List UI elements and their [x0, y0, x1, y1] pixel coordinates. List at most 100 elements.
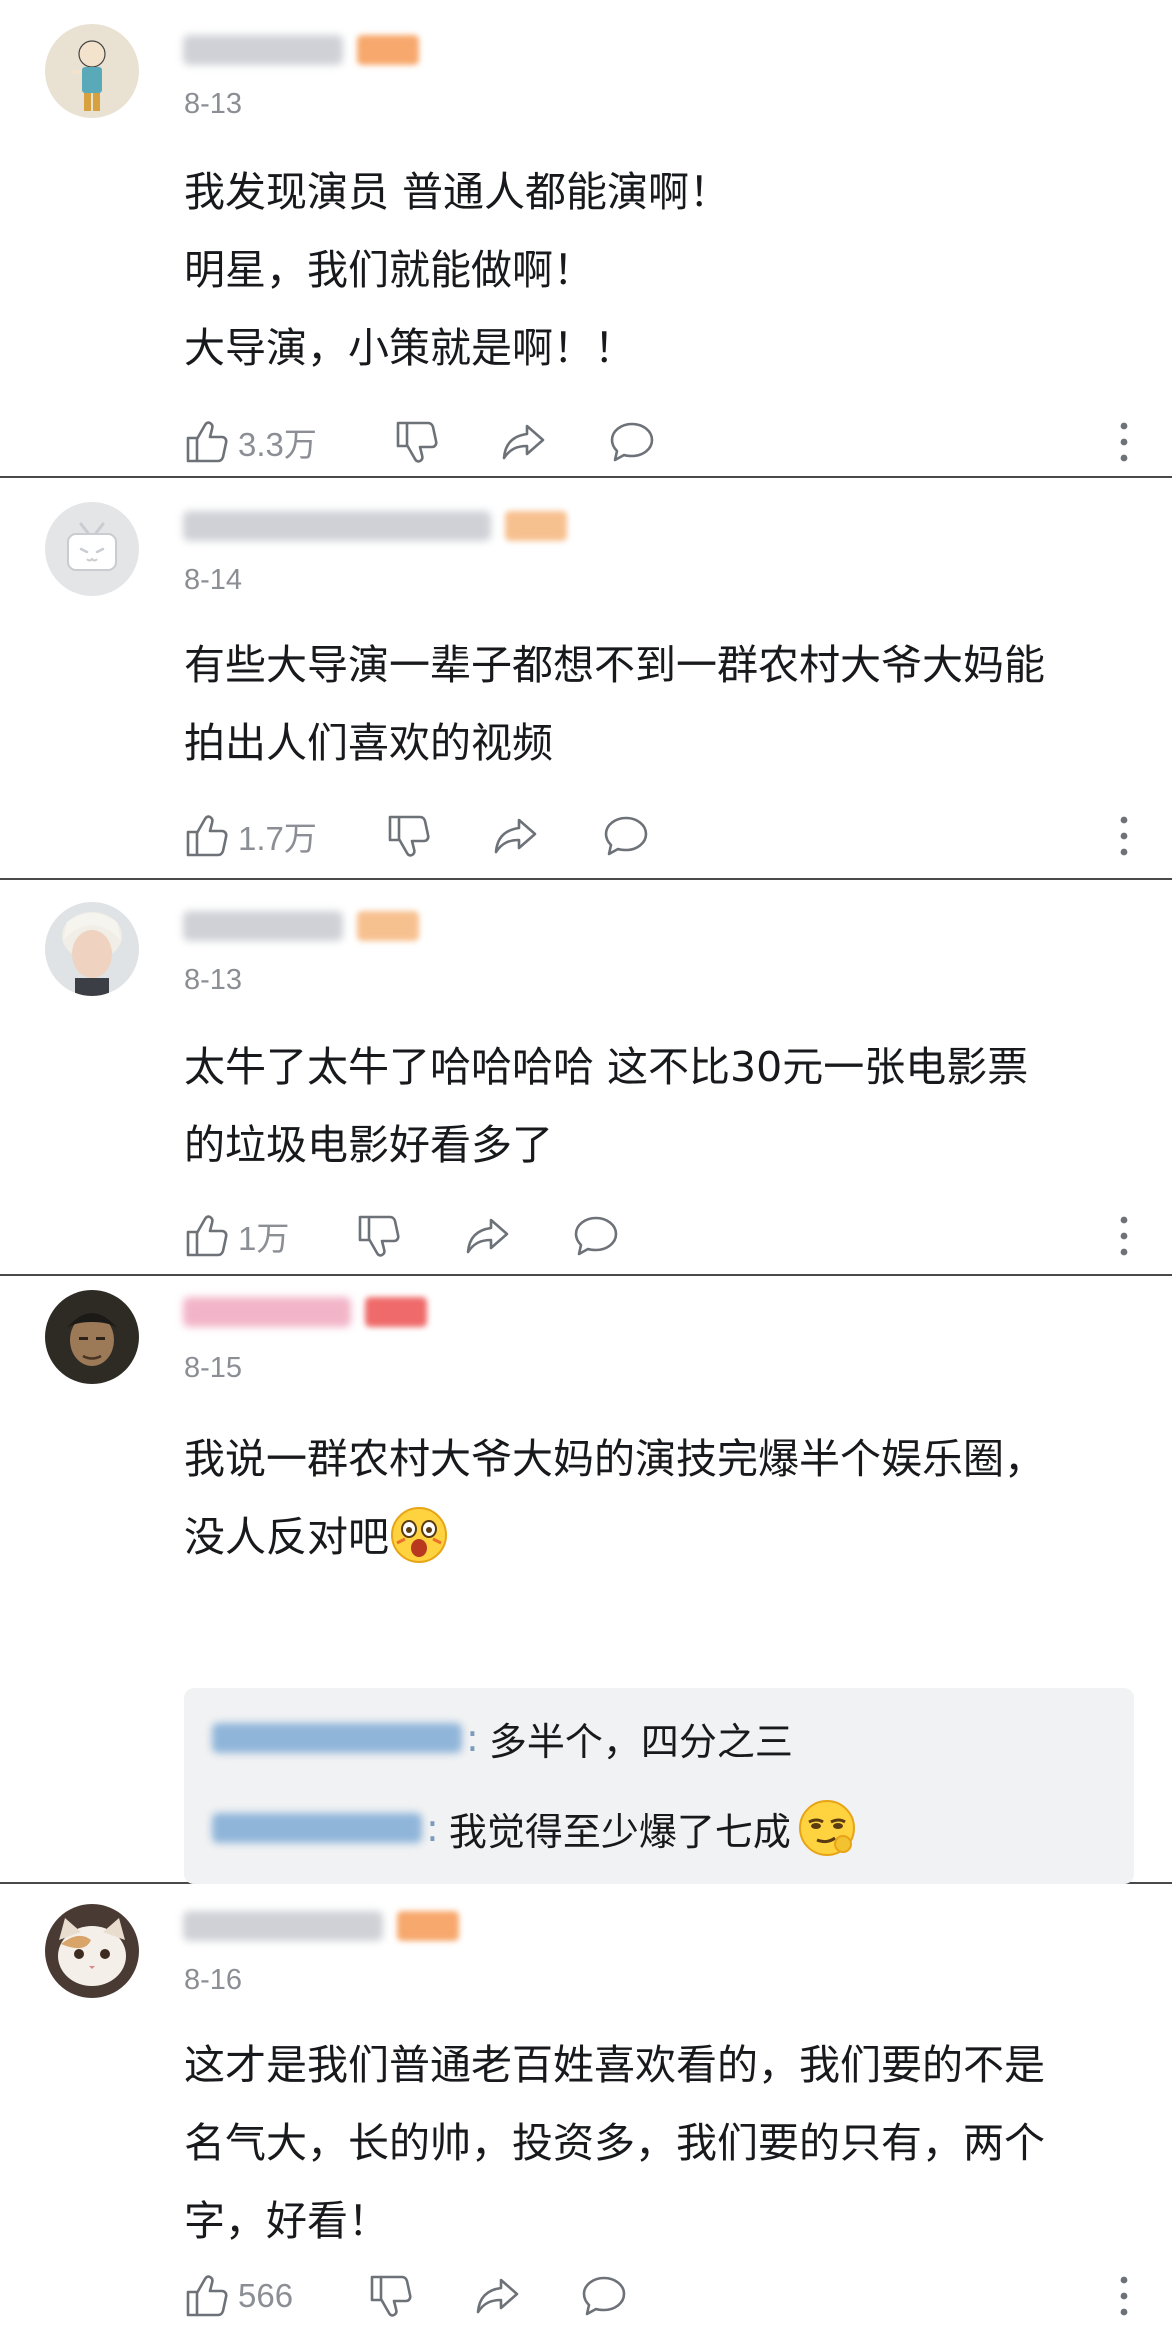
blurred-username — [183, 911, 343, 941]
comment-line: 名气大，长的帅，投资多，我们要的只有，两个 — [184, 2119, 1045, 2167]
vertical-dots-icon — [1114, 418, 1134, 466]
like-count: 1.7万 — [238, 820, 317, 857]
dislike-button[interactable] — [394, 412, 442, 472]
reply-button[interactable] — [602, 806, 650, 866]
thumbs-up-icon — [184, 2272, 232, 2320]
blurred-reply-username — [212, 1723, 462, 1753]
reply-text: 我觉得至少爆了七成 — [448, 1809, 791, 1854]
comment-item: 8-16 这才是我们普通老百姓喜欢看的，我们要的不是 名气大，长的帅，投资多，我… — [0, 1884, 1172, 2350]
reply-colon: : — [466, 1716, 479, 1760]
avatar-image-default-tv — [45, 502, 139, 596]
thumbs-down-icon — [356, 1212, 404, 1260]
share-button[interactable] — [492, 806, 540, 866]
speech-bubble-icon — [572, 1212, 620, 1260]
like-button[interactable]: 566 — [184, 2266, 293, 2326]
thumbs-down-icon — [394, 418, 442, 466]
comment-actions: 1.7万 — [184, 806, 1144, 866]
reply-preview-box[interactable]: : 多半个，四分之三 : 我觉得至少爆了七成 — [184, 1688, 1134, 1884]
level-badge — [505, 511, 567, 541]
avatar[interactable] — [45, 1904, 139, 1998]
comment-date: 8-15 — [184, 1352, 243, 1384]
vertical-dots-icon — [1114, 2272, 1134, 2320]
more-options-button[interactable] — [1114, 412, 1134, 472]
dislike-button[interactable] — [356, 1206, 404, 1266]
reply-item[interactable]: : 我觉得至少爆了七成 — [212, 1798, 857, 1858]
shocked-face-emoji-icon — [389, 1505, 449, 1565]
comment-line: 大导演，小策就是啊！！ — [184, 324, 635, 372]
comment-text: 我发现演员 普通人都能演啊！ 明星，我们就能做啊！ 大导演，小策就是啊！！ — [184, 153, 1136, 387]
like-count: 1万 — [238, 1220, 290, 1257]
comment-line: 这才是我们普通老百姓喜欢看的，我们要的不是 — [184, 2041, 1045, 2089]
avatar-image-cartoon-boy — [45, 24, 139, 118]
level-badge — [357, 35, 419, 65]
reply-item[interactable]: : 多半个，四分之三 — [212, 1708, 793, 1768]
thumbs-down-icon — [368, 2272, 416, 2320]
comment-date: 8-14 — [184, 564, 243, 596]
speech-bubble-icon — [602, 812, 650, 860]
comment-line: 的垃圾电影好看多了 — [184, 1121, 553, 1169]
like-button[interactable]: 1万 — [184, 1206, 289, 1266]
level-badge — [365, 1297, 427, 1327]
share-button[interactable] — [464, 1206, 512, 1266]
reply-button[interactable] — [580, 2266, 628, 2326]
more-options-button[interactable] — [1114, 2266, 1134, 2326]
reply-button[interactable] — [572, 1206, 620, 1266]
comment-line: 有些大导演一辈子都想不到一群农村大爷大妈能 — [184, 641, 1045, 689]
avatar[interactable] — [45, 902, 139, 996]
comment-item: 8-13 我发现演员 普通人都能演啊！ 明星，我们就能做啊！ 大导演，小策就是啊… — [0, 0, 1172, 478]
username-blurred[interactable] — [183, 28, 419, 72]
reply-colon: : — [426, 1806, 439, 1850]
like-button[interactable]: 3.3万 — [184, 412, 317, 472]
speech-bubble-icon — [580, 2272, 628, 2320]
like-button[interactable]: 1.7万 — [184, 806, 317, 866]
share-button[interactable] — [474, 2266, 522, 2326]
thumbs-down-icon — [386, 812, 434, 860]
avatar[interactable] — [45, 1290, 139, 1384]
dislike-button[interactable] — [386, 806, 434, 866]
share-arrow-icon — [492, 812, 540, 860]
comment-date: 8-13 — [184, 964, 243, 996]
thumbs-up-icon — [184, 1212, 232, 1260]
comment-actions: 3.3万 — [184, 412, 1144, 472]
thumbs-up-icon — [184, 418, 232, 466]
avatar-image-man-portrait — [45, 1290, 139, 1384]
like-count: 566 — [238, 2277, 294, 2314]
avatar-image-cat — [45, 1904, 139, 1998]
comment-line: 拍出人们喜欢的视频 — [184, 719, 553, 767]
comment-line-text: 没人反对吧 — [184, 1513, 389, 1561]
vertical-dots-icon — [1114, 1212, 1134, 1260]
comment-actions: 1万 — [184, 1206, 1144, 1266]
comment-actions: 566 — [184, 2266, 1144, 2326]
reply-button[interactable] — [608, 412, 656, 472]
comment-item: 8-13 太牛了太牛了哈哈哈哈 这不比30元一张电影票 的垃圾电影好看多了 1万 — [0, 880, 1172, 1276]
comment-line: 字，好看！ — [184, 2197, 389, 2245]
comment-date: 8-16 — [184, 1964, 243, 1996]
comment-item: 8-14 有些大导演一辈子都想不到一群农村大爷大妈能 拍出人们喜欢的视频 1.7… — [0, 478, 1172, 880]
more-options-button[interactable] — [1114, 1206, 1134, 1266]
comment-text: 这才是我们普通老百姓喜欢看的，我们要的不是 名气大，长的帅，投资多，我们要的只有… — [184, 2026, 1136, 2260]
comment-text: 有些大导演一辈子都想不到一群农村大爷大妈能 拍出人们喜欢的视频 — [184, 626, 1136, 782]
comment-text: 我说一群农村大爷大妈的演技完爆半个娱乐圈， 没人反对吧 — [184, 1420, 1136, 1576]
dislike-button[interactable] — [368, 2266, 416, 2326]
reply-text: 多半个，四分之三 — [488, 1719, 793, 1764]
speech-bubble-icon — [608, 418, 656, 466]
comment-line: 我说一群农村大爷大妈的演技完爆半个娱乐圈， — [184, 1435, 1045, 1483]
comment-date: 8-13 — [184, 88, 243, 120]
blurred-username — [183, 1297, 351, 1327]
username-blurred[interactable] — [183, 1290, 427, 1334]
avatar[interactable] — [45, 502, 139, 596]
comment-line: 我发现演员 普通人都能演啊！ — [184, 168, 731, 216]
blurred-username — [183, 511, 491, 541]
more-options-button[interactable] — [1114, 806, 1134, 866]
username-blurred[interactable] — [183, 1904, 459, 1948]
share-arrow-icon — [474, 2272, 522, 2320]
username-blurred[interactable] — [183, 904, 419, 948]
avatar[interactable] — [45, 24, 139, 118]
share-button[interactable] — [500, 412, 548, 472]
thumbs-up-icon — [184, 812, 232, 860]
blurred-username — [183, 1911, 383, 1941]
smirk-face-emoji-icon — [797, 1798, 857, 1858]
comment-line: 没人反对吧 — [184, 1498, 1136, 1576]
username-blurred[interactable] — [183, 504, 567, 548]
comment-line: 太牛了太牛了哈哈哈哈 这不比30元一张电影票 — [184, 1043, 1029, 1091]
